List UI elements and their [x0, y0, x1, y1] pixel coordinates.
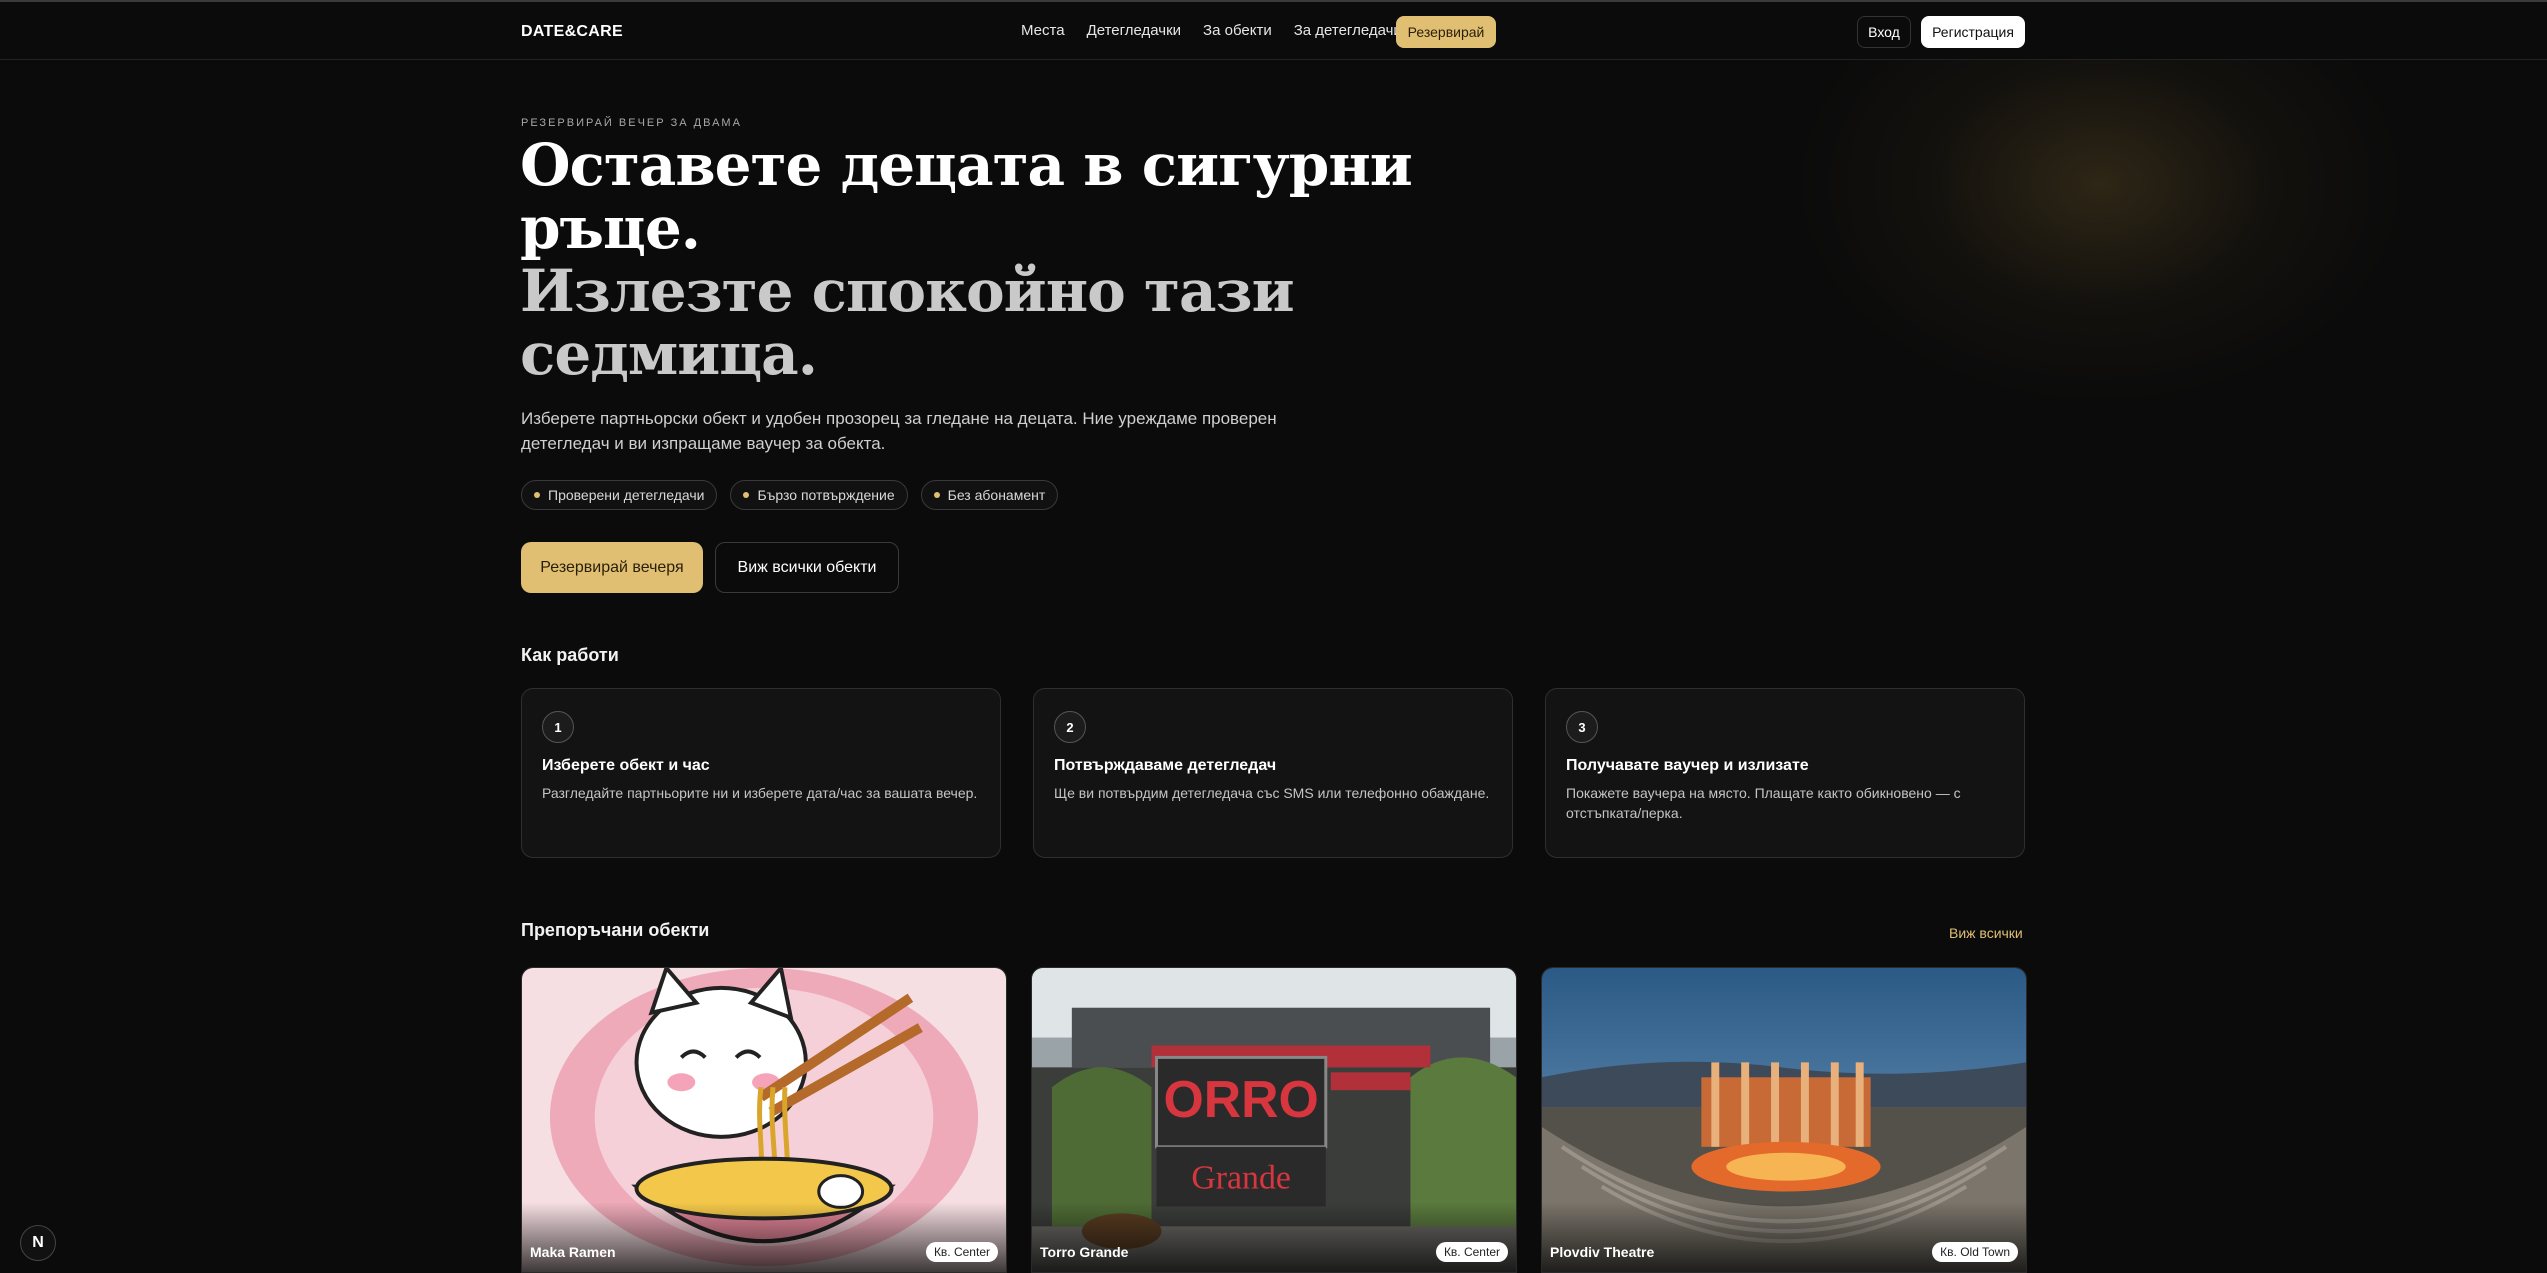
- feature-pill: Без абонамент: [920, 480, 1059, 510]
- venue-district-badge: Кв. Center: [925, 1242, 998, 1262]
- bullet-dot-icon: [534, 492, 540, 498]
- feature-pill-label: Бързо потвърждение: [757, 487, 895, 503]
- nextjs-dev-badge-icon[interactable]: N: [20, 1225, 56, 1261]
- step-description: Покажете ваучера на място. Плащате както…: [1566, 785, 1961, 821]
- feature-pill-label: Проверени детегледачи: [548, 487, 705, 503]
- view-all-venues-button[interactable]: Виж всички обекти: [715, 542, 899, 593]
- venue-name: Plovdiv Theatre: [1550, 1244, 1655, 1260]
- step-number: 2: [1054, 711, 1086, 743]
- venue-card[interactable]: Plovdiv Theatre Кв. Old Town: [1541, 967, 2027, 1273]
- how-it-works-steps: 1 Изберете обект и час Разгледайте партн…: [521, 688, 2025, 858]
- feature-pill: Проверени детегледачи: [521, 480, 718, 510]
- step-card: 2 Потвърждаваме детегледач Ще ви потвърд…: [1033, 688, 1513, 858]
- hero-eyebrow: РЕЗЕРВИРАЙ ВЕЧЕР ЗА ДВАМА: [521, 117, 742, 129]
- venue-district-badge: Кв. Center: [1435, 1242, 1508, 1262]
- hero-cta-group: Резервирай вечеря Виж всички обекти: [521, 542, 899, 593]
- reserve-button[interactable]: Резервирай: [1396, 16, 1496, 48]
- step-number: 1: [542, 711, 574, 743]
- step-description: Разгледайте партньорите ни и изберете да…: [542, 785, 978, 801]
- nav-for-venues[interactable]: За обекти: [1203, 22, 1272, 39]
- nav-places[interactable]: Места: [1021, 22, 1065, 39]
- step-card: 1 Изберете обект и час Разгледайте партн…: [521, 688, 1001, 858]
- step-title: Потвърждаваме детегледач: [1054, 757, 1277, 774]
- bullet-dot-icon: [743, 492, 750, 498]
- venue-card[interactable]: Maka Ramen Кв. Center: [521, 967, 1007, 1273]
- nav-babysitters[interactable]: Детегледачки: [1087, 22, 1181, 39]
- how-it-works-title: Как работи: [521, 645, 619, 665]
- step-description: Ще ви потвърдим детегледача със SMS или …: [1054, 785, 1490, 801]
- hero-description: Изберете партньорски обект и удобен проз…: [521, 409, 1277, 453]
- step-card: 3 Получавате ваучер и излизате Покажете …: [1545, 688, 2025, 858]
- venue-name: Maka Ramen: [530, 1244, 616, 1260]
- feature-pills: Проверени детегледачи Бързо потвърждение…: [521, 480, 1059, 510]
- svg-text:Grande: Grande: [1191, 1160, 1291, 1197]
- hero-title-line2: Излезте спокойно тази седмица.: [520, 257, 1295, 388]
- nav-for-babysitters[interactable]: За детегледачи: [1294, 22, 1402, 39]
- register-button[interactable]: Регистрация: [1921, 16, 2025, 48]
- venue-name: Torro Grande: [1040, 1244, 1129, 1260]
- reserve-dinner-button[interactable]: Резервирай вечеря: [521, 542, 703, 593]
- step-title: Изберете обект и час: [542, 757, 710, 774]
- venue-cards: Maka Ramen Кв. Center ORRO Grande Torro …: [521, 967, 2027, 1273]
- step-title: Получавате ваучер и излизате: [1566, 757, 1809, 774]
- recommended-venues-title: Препоръчани обекти: [521, 920, 710, 940]
- venue-district-badge: Кв. Old Town: [1932, 1242, 2018, 1262]
- feature-pill-label: Без абонамент: [947, 487, 1046, 503]
- hero-title-line1: Оставете децата в сигурни ръце.: [520, 131, 1413, 262]
- feature-pill: Бързо потвърждение: [730, 480, 908, 510]
- bullet-dot-icon: [933, 492, 940, 498]
- top-header: DATE&CARE Места Детегледачки За обекти З…: [0, 0, 2547, 60]
- step-number: 3: [1566, 711, 1598, 743]
- login-button[interactable]: Вход: [1857, 16, 1911, 48]
- view-all-link[interactable]: Виж всички: [1949, 925, 2023, 941]
- ambient-glow: [1800, 40, 2400, 400]
- hero-title: Оставете децата в сигурни ръце. Излезте …: [520, 134, 1420, 386]
- svg-text:ORRO: ORRO: [1163, 1070, 1318, 1128]
- main-nav: Места Детегледачки За обекти За детеглед…: [1021, 22, 1424, 39]
- venue-card[interactable]: ORRO Grande Torro Grande Кв. Center: [1031, 967, 1517, 1273]
- logo[interactable]: DATE&CARE: [521, 23, 623, 41]
